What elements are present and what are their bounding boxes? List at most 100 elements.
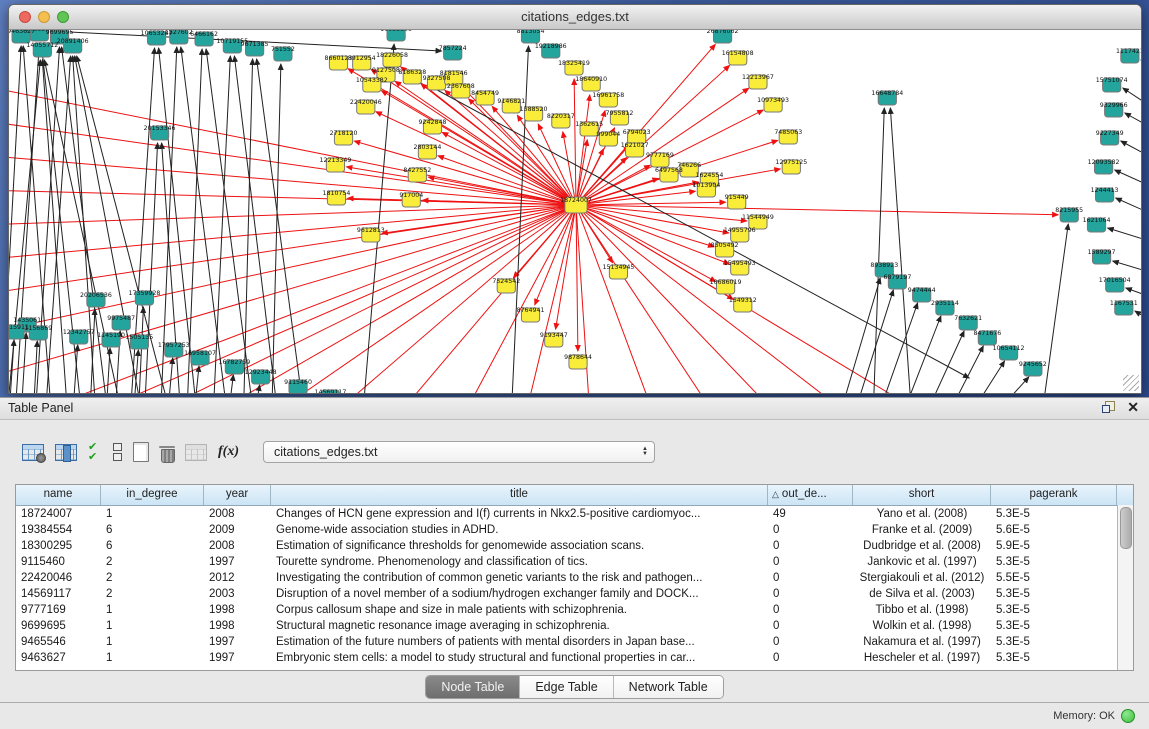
- tab-edge-table[interactable]: Edge Table: [520, 676, 613, 698]
- column-header-out_de[interactable]: △out_de...: [768, 485, 853, 505]
- cell-in_degree: 1: [101, 602, 204, 618]
- trash-icon[interactable]: [160, 444, 174, 460]
- cell-out_de: 0: [768, 554, 853, 570]
- network-edge: [576, 205, 656, 393]
- cell-year: 1997: [204, 554, 271, 570]
- table-row[interactable]: 2242004622012Investigating the contribut…: [16, 570, 1133, 586]
- table-row[interactable]: 946554611997Estimation of the future num…: [16, 634, 1133, 650]
- citation-network-graph[interactable]: 1872400786601238912954182260589127508105…: [9, 30, 1141, 393]
- network-edge: [902, 316, 940, 393]
- node-label: 9146821: [497, 98, 525, 105]
- window-resize-grip[interactable]: [1123, 375, 1139, 391]
- cell-out_de: 0: [768, 538, 853, 554]
- table-row[interactable]: 1872400712008Changes of HCN gene express…: [16, 506, 1133, 522]
- cell-title: Estimation of the future numbers of pati…: [271, 634, 768, 650]
- node-label: 1624554: [695, 172, 723, 179]
- node-label: 917004: [399, 192, 423, 199]
- network-edge: [576, 205, 1058, 215]
- node-label: 12923448: [245, 369, 277, 376]
- network-edge: [970, 361, 1004, 393]
- cell-name: 18300295: [16, 538, 101, 554]
- network-edge: [9, 46, 21, 393]
- column-header-in_degree[interactable]: in_degree: [101, 485, 204, 505]
- node-label: 10654112: [993, 345, 1025, 352]
- node-label: 1156869: [24, 325, 52, 332]
- function-builder-icon[interactable]: f(x): [218, 444, 239, 460]
- node-label: 12975125: [775, 159, 807, 166]
- cell-out_de: 0: [768, 570, 853, 586]
- sort-ascending-icon: △: [772, 489, 779, 499]
- status-bar: Memory: OK: [0, 702, 1149, 729]
- table-row[interactable]: 1456911722003Disruption of a novel membe…: [16, 586, 1133, 602]
- node-label: 9878644: [564, 354, 592, 361]
- row-options-icon[interactable]: [113, 442, 122, 462]
- cell-year: 1998: [204, 602, 271, 618]
- table-options-icon[interactable]: [22, 444, 44, 461]
- close-panel-icon[interactable]: ✕: [1127, 401, 1139, 414]
- network-edge: [1113, 261, 1141, 274]
- tab-network-table[interactable]: Network Table: [614, 676, 723, 698]
- node-label: 16782759: [218, 359, 250, 366]
- table-row[interactable]: 946362711997Embryonic stem cells: a mode…: [16, 650, 1133, 666]
- float-panel-icon[interactable]: [1102, 401, 1115, 414]
- node-label: 1549312: [729, 297, 757, 304]
- scrollbar-thumb[interactable]: [1120, 507, 1132, 549]
- cell-pagerank: 5.6E-5: [991, 522, 1117, 538]
- select-column-icon[interactable]: [55, 444, 77, 461]
- cell-name: 9115460: [16, 554, 101, 570]
- cell-pagerank: 5.3E-5: [991, 586, 1117, 602]
- cell-year: 2003: [204, 586, 271, 602]
- cell-in_degree: 2: [101, 586, 204, 602]
- network-edge: [206, 49, 254, 393]
- node-label: 10543382: [356, 77, 388, 84]
- cell-pagerank: 5.3E-5: [991, 650, 1117, 666]
- table-row[interactable]: 977716911998Corpus callosum shape and si…: [16, 602, 1133, 618]
- network-window[interactable]: citations_edges.txt 18724007866012389129…: [8, 4, 1142, 394]
- node-label: 2718120: [330, 130, 358, 137]
- cell-pagerank: 5.3E-5: [991, 506, 1117, 522]
- node-label: 1013904: [692, 182, 720, 189]
- node-label: 9127508: [372, 67, 400, 74]
- vertical-scrollbar[interactable]: [1117, 505, 1133, 670]
- node-label: 14055712: [26, 42, 58, 49]
- network-canvas[interactable]: 1872400786601238912954182260589127508105…: [9, 30, 1141, 393]
- cell-short: Wolkin et al. (1998): [853, 618, 991, 634]
- column-header-title[interactable]: title: [271, 485, 768, 505]
- table-row[interactable]: 1938455462009Genome-wide association stu…: [16, 522, 1133, 538]
- table-row[interactable]: 969969511998Structural magnetic resonanc…: [16, 618, 1133, 634]
- column-header-pagerank[interactable]: pagerank: [991, 485, 1117, 505]
- node-label: 17957253: [158, 342, 190, 349]
- node-label: 1810754: [323, 190, 351, 197]
- network-edge: [576, 95, 590, 205]
- table-row[interactable]: 911546021997Tourette syndrome. Phenomeno…: [16, 554, 1133, 570]
- cell-in_degree: 1: [101, 618, 204, 634]
- node-label: 1117421: [1116, 48, 1141, 55]
- node-label: 9227349: [1096, 130, 1124, 137]
- network-edge: [576, 205, 843, 393]
- node-label: 12213349: [320, 157, 352, 164]
- node-label: 1505135: [125, 334, 153, 341]
- column-header-short[interactable]: short: [853, 485, 991, 505]
- tab-node-table[interactable]: Node Table: [426, 676, 520, 698]
- desktop-background: citations_edges.txt 18724007866012389129…: [0, 0, 1149, 397]
- table-row[interactable]: 1830029562008Estimation of significance …: [16, 538, 1133, 554]
- cell-in_degree: 6: [101, 522, 204, 538]
- node-label: 16033809: [380, 30, 412, 33]
- node-label: 746266: [677, 162, 701, 169]
- delete-table-icon: [185, 444, 207, 461]
- cell-year: 2012: [204, 570, 271, 586]
- network-edge: [854, 290, 893, 393]
- column-header-year[interactable]: year: [204, 485, 271, 505]
- node-label: 16958107: [184, 350, 216, 357]
- cell-out_de: 0: [768, 602, 853, 618]
- cell-short: Jankovic et al. (1997): [853, 554, 991, 570]
- network-window-titlebar[interactable]: citations_edges.txt: [9, 5, 1141, 30]
- cell-pagerank: 5.3E-5: [991, 618, 1117, 634]
- show-columns-checkmarks-icon[interactable]: [88, 442, 102, 462]
- node-label: 999044: [596, 131, 620, 138]
- new-document-icon[interactable]: [133, 442, 149, 462]
- node-label: 18325419: [558, 60, 590, 67]
- table-selector-dropdown[interactable]: citations_edges.txt ▲▼: [263, 441, 655, 463]
- network-edge: [9, 205, 576, 295]
- column-header-name[interactable]: name: [16, 485, 101, 505]
